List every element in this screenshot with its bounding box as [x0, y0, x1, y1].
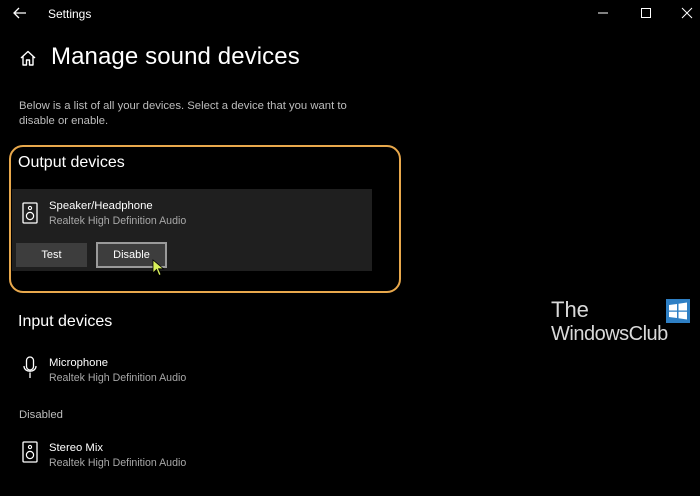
windows-logo-icon: [666, 299, 690, 323]
microphone-icon: [23, 356, 37, 378]
speaker-icon: [22, 441, 38, 463]
output-device-name: Speaker/Headphone: [49, 200, 153, 212]
input-device-driver: Realtek High Definition Audio: [49, 372, 187, 384]
maximize-icon[interactable]: [636, 4, 656, 22]
watermark-line1: The: [551, 297, 589, 322]
page-title: Manage sound devices: [51, 43, 300, 70]
disabled-device-driver: Realtek High Definition Audio: [49, 457, 187, 469]
list-item[interactable]: Microphone Realtek High Definition Audio: [12, 350, 372, 390]
test-button[interactable]: Test: [16, 243, 87, 267]
watermark-line2: WindowsClub: [551, 323, 668, 345]
back-arrow-icon[interactable]: [12, 4, 28, 22]
home-icon[interactable]: [19, 49, 37, 67]
list-item[interactable]: Stereo Mix Realtek High Definition Audio: [12, 434, 372, 474]
disabled-device-name: Stereo Mix: [49, 442, 103, 454]
title-bar: Settings: [0, 0, 700, 28]
input-devices-heading: Input devices: [18, 313, 113, 330]
close-icon[interactable]: [677, 4, 697, 22]
page-description: Below is a list of all your devices. Sel…: [19, 100, 347, 127]
disabled-heading: Disabled: [19, 409, 63, 421]
output-device-driver: Realtek High Definition Audio: [49, 215, 187, 227]
window-title: Settings: [48, 7, 92, 21]
minimize-icon[interactable]: [593, 4, 613, 22]
input-device-name: Microphone: [49, 357, 109, 369]
watermark: The WindowsClub: [551, 297, 696, 377]
speaker-icon: [22, 202, 38, 224]
output-devices-heading: Output devices: [18, 154, 125, 171]
mouse-cursor-icon: [152, 259, 165, 277]
